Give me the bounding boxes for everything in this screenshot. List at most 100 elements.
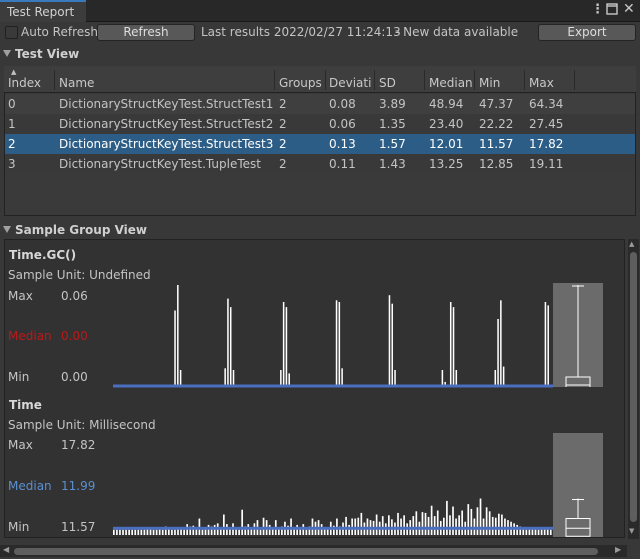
column-separator[interactable]: [424, 70, 425, 90]
bar: [143, 529, 146, 535]
bar: [232, 370, 235, 387]
box-plot-box: [565, 518, 591, 537]
bar: [171, 529, 173, 535]
export-button[interactable]: Export: [538, 24, 636, 41]
table-cell: 22.22: [479, 117, 514, 131]
sample-group-view-foldout[interactable]: Sample Group View: [3, 223, 147, 237]
test-view-foldout[interactable]: Test View: [3, 47, 79, 61]
bar: [458, 515, 460, 535]
column-separator[interactable]: [474, 70, 475, 90]
maximize-icon[interactable]: [606, 2, 618, 16]
sample-bar-chart-gc: [113, 285, 553, 388]
bar: [282, 302, 285, 387]
bar: [547, 305, 549, 387]
bar: [296, 524, 299, 535]
column-separator[interactable]: [374, 70, 375, 90]
bar: [174, 529, 176, 535]
bar: [485, 507, 488, 535]
median-value: 11.99: [61, 479, 96, 493]
table-cell: 0.08: [329, 97, 356, 111]
bar: [500, 300, 502, 387]
column-separator[interactable]: [325, 70, 326, 90]
bar: [155, 529, 158, 535]
column-header-groups[interactable]: Groups: [279, 76, 322, 92]
bar: [179, 370, 182, 387]
bar: [455, 518, 457, 535]
bar: [338, 302, 341, 387]
column-header-min[interactable]: Min: [479, 76, 500, 92]
bar: [397, 512, 399, 535]
bar: [534, 528, 537, 535]
status-text: - New data available: [395, 25, 519, 39]
column-header-sd[interactable]: SD: [379, 76, 396, 92]
bar: [241, 509, 244, 535]
column-header-index[interactable]: Index: [8, 76, 41, 92]
column-separator[interactable]: [54, 70, 55, 90]
bar: [430, 505, 433, 535]
horizontal-scroll-thumb[interactable]: [14, 548, 598, 555]
bar: [285, 307, 288, 387]
column-separator[interactable]: [274, 70, 275, 90]
table-row[interactable]: 0 DictionaryStructKeyTest.StructTest1 2 0.0…: [5, 94, 635, 114]
sample-bar-chart-time: [113, 498, 553, 535]
bar: [116, 529, 118, 535]
bar: [177, 285, 179, 387]
bar: [436, 510, 439, 535]
column-separator[interactable]: [524, 70, 525, 90]
auto-refresh-label: Auto Refresh: [21, 25, 98, 39]
bar: [207, 524, 210, 535]
bar: [305, 529, 308, 535]
bar: [229, 307, 232, 387]
bar: [446, 500, 448, 535]
table-cell: 2: [279, 117, 287, 131]
scroll-right-icon[interactable]: ▶: [615, 545, 621, 554]
last-results-text: Last results 2022/02/27 11:24:13: [201, 25, 401, 39]
table-cell: 2: [279, 157, 287, 171]
scroll-left-icon[interactable]: ◀: [3, 545, 9, 554]
bar: [174, 310, 176, 387]
bar: [470, 508, 473, 535]
column-header-max[interactable]: Max: [529, 76, 554, 92]
bar: [388, 515, 390, 535]
bar: [351, 518, 354, 535]
table-row[interactable]: 3 DictionaryStructKeyTest.TupleTest 2 0.11 1…: [5, 154, 635, 174]
table-cell: 47.37: [479, 97, 514, 111]
bar: [394, 370, 396, 387]
bar: [424, 512, 427, 535]
scroll-down-icon[interactable]: ▼: [629, 527, 634, 535]
bar: [441, 370, 444, 387]
bar: [293, 528, 295, 535]
scroll-up-icon[interactable]: ▲: [629, 240, 634, 248]
min-label: Min: [8, 370, 30, 384]
table-row[interactable]: 2 DictionaryStructKeyTest.StructTest3 2 0.1…: [5, 134, 635, 154]
tab-test-report[interactable]: Test Report: [0, 0, 86, 22]
column-separator[interactable]: [574, 70, 575, 90]
bar: [152, 529, 155, 535]
group-title: Time: [9, 398, 42, 412]
foldout-arrow-icon: [3, 226, 11, 233]
refresh-button[interactable]: Refresh: [97, 24, 195, 41]
column-header-deviation[interactable]: Deviati: [329, 76, 373, 92]
more-options-icon[interactable]: ⋮: [591, 2, 604, 17]
bar: [268, 524, 271, 535]
bar: [335, 300, 338, 387]
table-cell: 0.11: [329, 157, 356, 171]
table-row[interactable]: 1 DictionaryStructKeyTest.StructTest2 2 0.0…: [5, 114, 635, 134]
vertical-scroll-thumb[interactable]: [630, 252, 637, 522]
bar: [341, 368, 343, 387]
close-icon[interactable]: ✕: [623, 1, 635, 17]
bar: [183, 529, 185, 535]
table-cell: 0: [8, 97, 16, 111]
bar: [161, 529, 164, 535]
auto-refresh-checkbox[interactable]: [5, 26, 18, 39]
bar: [119, 529, 121, 535]
bar: [467, 504, 470, 535]
bar: [360, 512, 363, 535]
column-header-median[interactable]: Median: [429, 76, 473, 92]
bar: [497, 319, 499, 387]
bar: [140, 529, 143, 535]
sample-group-view-title: Sample Group View: [15, 223, 147, 237]
column-header-name[interactable]: Name: [59, 76, 94, 92]
bar: [128, 529, 130, 535]
table-cell: 0.13: [329, 137, 356, 151]
